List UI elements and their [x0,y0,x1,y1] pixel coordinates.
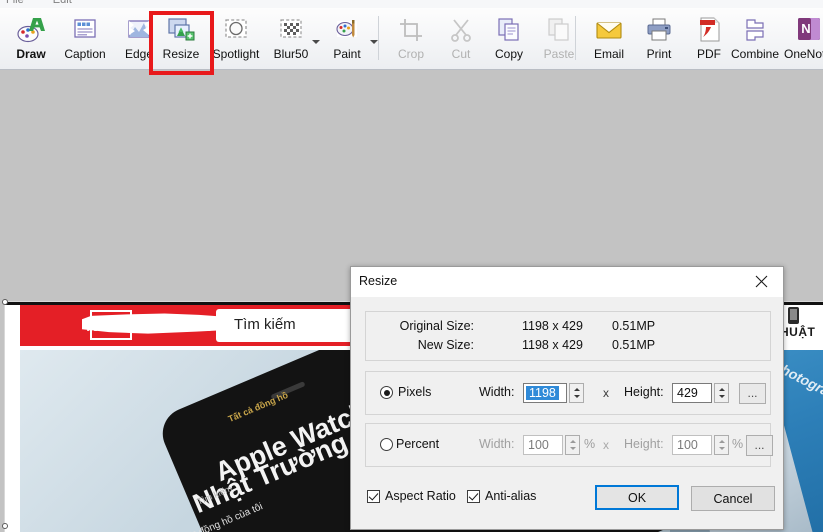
pixels-separator: x [603,386,609,400]
percent-browse-button[interactable]: ... [746,435,773,456]
pixels-browse-button[interactable]: ... [739,383,766,404]
toolbar-button-combine[interactable]: Combine [726,10,784,66]
percent-height-input[interactable]: 100 [672,435,712,455]
spotlight-icon [221,15,251,45]
pixels-radio[interactable] [380,386,393,399]
percent-width-label: Width: [479,437,515,451]
paste-icon [544,15,574,45]
pixels-height-label: Height: [624,385,664,399]
toolbar-button-onenote[interactable]: N OneNote [779,10,823,66]
pixels-width-value: 1198 [526,386,559,400]
anti-alias-checkbox[interactable] [467,490,480,503]
pixels-width-spinner[interactable] [569,383,584,403]
selection-handle-bottom-left[interactable] [2,523,8,529]
toolbar-label-spotlight: Spotlight [212,47,260,61]
copy-icon [494,15,524,45]
percent-group: Percent Width: 100 % x Height: 100 % ... [365,423,773,467]
percent-separator: x [603,438,609,452]
percent-radio[interactable] [380,438,393,451]
percent-width-spinner[interactable] [565,435,580,455]
site-header-right-text: HUẬT [780,325,816,339]
toolbar-label-print: Print [646,47,672,61]
toolbar-label-onenote: OneNote [783,47,823,61]
pixels-width-input[interactable]: 1198 [523,383,567,403]
menu-item-file[interactable]: File [6,0,24,6]
scissors-icon [446,15,476,45]
toolbar-label-crop: Crop [397,47,424,61]
pdf-icon [694,15,724,45]
dialog-title-bar[interactable]: Resize [351,267,783,298]
toolbar-button-draw[interactable]: Draw [2,10,60,66]
dialog-title: Resize [359,274,398,288]
original-size-label: Original Size: [399,319,474,333]
original-size-row: Original Size: 1198 x 429 0.51MP [366,319,770,337]
percent-height-spinner[interactable] [714,435,729,455]
pixels-group: Pixels Width: 1198 x Height: 429 ... [365,371,771,415]
toolbar-label-draw: Draw [16,47,46,61]
percent-height-value: 100 [677,438,698,452]
pixels-width-label: Width: [479,385,515,399]
main-toolbar: Draw Caption Edge Resize Spotlight Blur5… [0,8,823,75]
crop-icon [396,15,426,45]
percent-width-input[interactable]: 100 [523,435,563,455]
editor-canvas[interactable]: NHATTRUONG Tìm kiếm HUẬT Tất cả đồng hồ [0,70,823,532]
new-size-label: New Size: [417,338,474,352]
new-size-row: New Size: 1198 x 429 0.51MP [366,338,770,356]
toolbar-label-blur50: Blur50 [273,47,309,61]
toolbar-separator-2 [575,16,576,60]
toolbar-label-paint: Paint [333,47,361,61]
toolbar-label-paste: Paste [543,47,575,61]
aspect-ratio-checkbox[interactable] [367,490,380,503]
toolbar-label-email: Email [593,47,624,61]
toolbar-label-combine: Combine [730,47,780,61]
anti-alias-label: Anti-alias [485,489,537,503]
original-size-value: 1198 x 429 [522,319,583,333]
menu-item-edit[interactable]: Edit [53,0,72,6]
aspect-ratio-label: Aspect Ratio [385,489,456,503]
toolbar-label-copy: Copy [494,47,523,61]
resize-highlight-rectangle [149,11,214,75]
printer-icon [644,15,674,45]
combine-icon [740,15,770,45]
pixels-height-spinner[interactable] [714,383,729,403]
toolbar-button-caption[interactable]: Caption [56,10,114,66]
toolbar-label-caption: Caption [64,47,106,61]
svg-text:N: N [801,21,810,36]
toolbar-label-pdf: PDF [697,47,721,61]
blur-icon [276,15,306,45]
selection-handle-top-left[interactable] [2,299,8,305]
pixels-height-value: 429 [677,386,698,400]
menu-bar-labels: File Edit [6,0,98,6]
caption-icon [70,15,100,45]
pixels-radio-label: Pixels [398,385,432,399]
new-size-value: 1198 x 429 [522,338,583,352]
phone-thumb-icon [788,307,799,324]
resize-dialog[interactable]: Resize Original Size: 1198 x 429 0.51MP … [350,266,784,530]
percent-width-value: 100 [528,438,549,452]
email-envelope-icon [594,15,624,45]
toolbar-label-cut: Cut [451,47,471,61]
percent-width-sign: % [584,437,596,451]
original-megapixels: 0.51MP [612,319,656,333]
toolbar-separator-1 [378,16,379,60]
snagit-editor-window: File Edit Draw Caption Edge Resize Spotl… [0,0,823,532]
draw-palette-icon [16,15,46,45]
toolbar-button-spotlight[interactable]: Spotlight [207,10,265,66]
percent-height-label: Height: [624,437,664,451]
cancel-button[interactable]: Cancel [691,486,775,511]
size-info-group: Original Size: 1198 x 429 0.51MP New Siz… [365,311,771,361]
toolbar-button-paint[interactable]: Paint [318,10,376,66]
onenote-icon: N [793,15,823,45]
new-megapixels: 0.51MP [612,338,656,352]
ok-button[interactable]: OK [595,485,679,510]
site-search-placeholder: Tìm kiếm [234,316,296,333]
percent-height-sign: % [732,437,744,451]
paint-icon [332,15,362,45]
pixels-height-input[interactable]: 429 [672,383,712,403]
percent-radio-label: Percent [396,437,440,451]
logo-outline-box [90,310,132,340]
close-icon[interactable] [739,267,783,296]
menu-bar[interactable]: File Edit [0,0,823,8]
